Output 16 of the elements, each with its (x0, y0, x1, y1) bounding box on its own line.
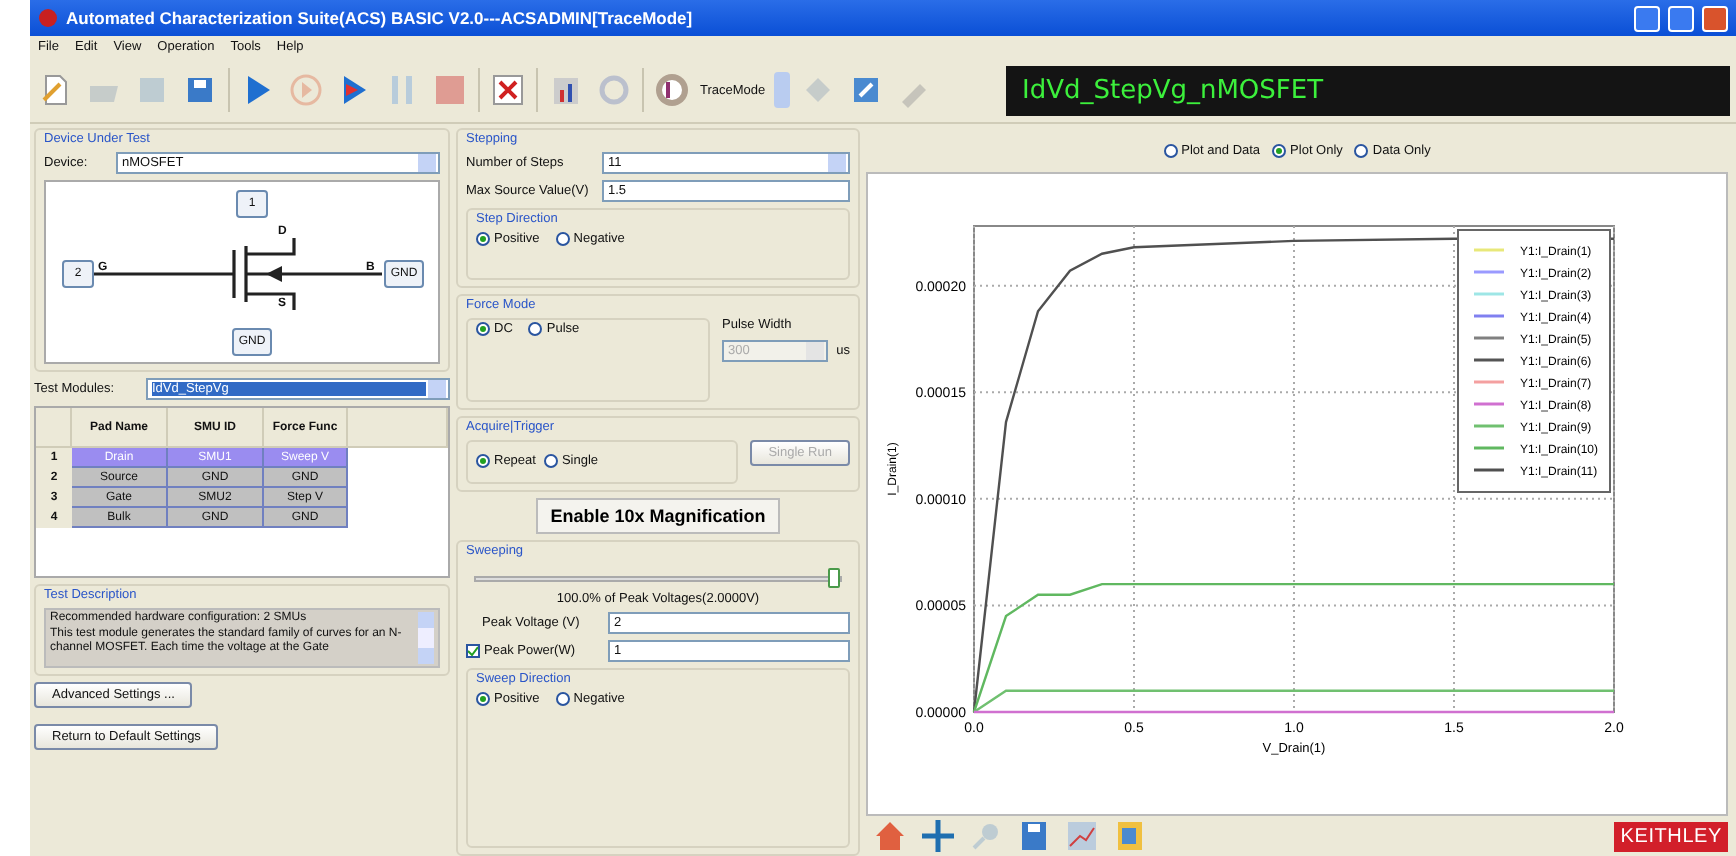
delete-icon[interactable] (488, 70, 528, 110)
trace-mode-icon[interactable] (652, 70, 692, 110)
plot-icon[interactable] (1062, 816, 1102, 856)
test-title: IdVd_StepVg_nMOSFET (1006, 65, 1730, 115)
close-button[interactable] (1702, 5, 1728, 31)
minimize-button[interactable] (1634, 5, 1660, 31)
brand-logo: KEITHLEY (1614, 821, 1728, 851)
header-corner (36, 408, 72, 448)
app-icon (38, 8, 58, 28)
stop-icon[interactable] (430, 70, 470, 110)
magnification-button[interactable]: Enable 10x Magnification (536, 498, 780, 534)
maximize-button[interactable] (1668, 5, 1694, 31)
move-icon[interactable] (918, 816, 958, 856)
checkmark-icon (468, 646, 478, 656)
window-title: Automated Characterization Suite(ACS) BASIC V2.0---ACSADMIN[TraceMode] (66, 8, 695, 28)
slider-thumb[interactable] (828, 568, 840, 588)
